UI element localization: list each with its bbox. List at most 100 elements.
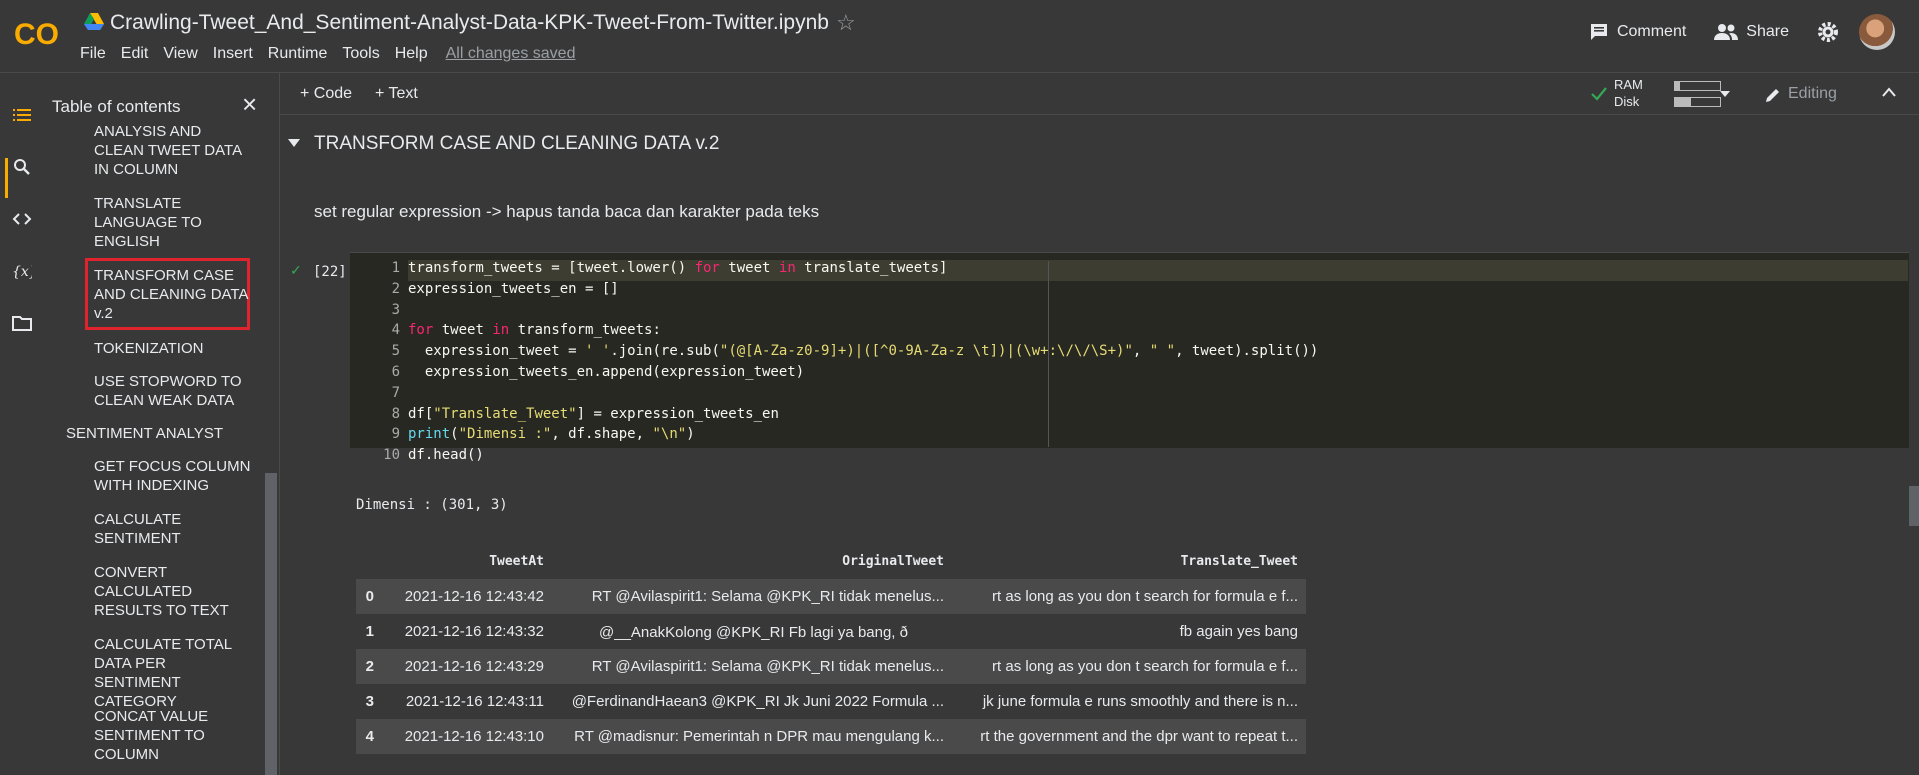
code-line[interactable]: 4 for tweet in transform_tweets: (350, 322, 661, 343)
share-label: Share (1746, 23, 1789, 40)
star-icon[interactable]: ☆ (836, 10, 856, 36)
rail-active-indicator (5, 158, 8, 198)
collapse-caret-icon[interactable] (288, 139, 300, 147)
toc-item-section[interactable]: SENTIMENT ANALYST (66, 424, 226, 443)
table-row: 3 2021-12-16 12:43:11 @FerdinandHaean3 @KP… (356, 684, 1306, 719)
notebook-area: TRANSFORM CASE AND CLEANING DATA v.2 set… (280, 115, 1919, 775)
add-code-button[interactable]: + Code (300, 85, 352, 103)
line-number: 6 (391, 364, 400, 380)
gear-icon[interactable] (1817, 21, 1839, 43)
menu-tools[interactable]: Tools (342, 45, 379, 63)
notebook-toolbar: + Code + Text RAM Disk Editing (280, 73, 1919, 115)
menu-runtime[interactable]: Runtime (268, 45, 328, 63)
table-of-contents-panel: Table of contents × ANALYSIS AND CLEAN T… (40, 73, 280, 775)
chevron-down-icon[interactable] (1720, 91, 1730, 97)
table-cell: jk june formula e runs smoothly and ther… (952, 684, 1306, 719)
menu-view[interactable]: View (163, 45, 197, 63)
folder-icon[interactable] (12, 313, 32, 333)
code-cell[interactable]: 1 transform_tweets = [tweet.lower() for t… (350, 252, 1909, 463)
table-cell: RT @Avilaspirit1: Selama @KPK_RI tidak m… (552, 579, 952, 614)
line-number: 3 (391, 301, 400, 318)
menu-insert[interactable]: Insert (213, 45, 253, 63)
add-text-button[interactable]: + Text (375, 85, 418, 103)
row-index: 2 (356, 649, 382, 684)
drive-icon[interactable] (84, 13, 104, 31)
table-of-contents-icon[interactable] (12, 105, 32, 125)
table-cell: @__AnakKolong @KPK_RI Fb lagi ya bang, ð… (552, 614, 952, 649)
code-line[interactable]: 7 (350, 385, 408, 406)
sidebar-rail: {x} (0, 73, 40, 775)
toc-item[interactable]: USE STOPWORD TO CLEAN WEAK DATA (94, 372, 254, 410)
save-status[interactable]: All changes saved (446, 45, 576, 63)
execution-count[interactable]: [22] (313, 264, 347, 280)
chevron-up-icon[interactable] (1882, 87, 1896, 97)
svg-text:CO: CO (14, 18, 59, 50)
code-line[interactable]: 9 print("Dimensi :", df.shape, "\n") (350, 426, 695, 447)
menu-help[interactable]: Help (395, 45, 428, 63)
share-button[interactable]: Share (1714, 23, 1789, 41)
run-success-icon: ✓ (290, 262, 302, 278)
line-number: 9 (391, 426, 400, 443)
ram-bar (1674, 81, 1721, 91)
comment-label: Comment (1616, 23, 1687, 40)
ram-bar-fill (1675, 82, 1680, 90)
code-line[interactable]: 5 expression_tweet = ' '.join(re.sub("(@… (350, 343, 1319, 364)
search-icon[interactable] (12, 157, 32, 177)
table-cell: RT @madisnur: Pemerintah n DPR mau mengu… (552, 719, 952, 754)
table-cell: fb again yes bang (952, 614, 1306, 649)
toc-item[interactable]: ANALYSIS AND CLEAN TWEET DATA IN COLUMN (94, 122, 254, 179)
toc-item[interactable]: TOKENIZATION (94, 339, 254, 358)
colab-logo[interactable]: CO (14, 16, 64, 50)
svg-text:{x}: {x} (12, 264, 32, 280)
menu-file[interactable]: File (80, 45, 106, 63)
code-line[interactable]: 2 expression_tweets_en = [] (350, 281, 619, 302)
line-number: 1 (391, 260, 400, 276)
menu-edit[interactable]: Edit (121, 45, 149, 63)
people-icon (1714, 24, 1739, 40)
table-header: TweetAt (489, 553, 544, 569)
code-line[interactable]: 1 transform_tweets = [tweet.lower() for t… (350, 260, 948, 281)
comment-button[interactable]: Comment (1589, 22, 1686, 42)
dataframe-table: TweetAt OriginalTweet Translate_Tweet 02… (356, 543, 1306, 754)
line-number: 5 (391, 343, 400, 360)
comment-icon (1590, 24, 1607, 40)
main-scrollbar[interactable] (1909, 486, 1919, 526)
code-line[interactable]: 6 expression_tweets_en.append(expression… (350, 364, 805, 385)
toc-item[interactable]: GET FOCUS COLUMN WITH INDEXING (94, 457, 254, 495)
header-actions: Comment Share (1589, 14, 1919, 50)
table-cell: @FerdinandHaean3 @KPK_RI Jk Juni 2022 Fo… (552, 684, 952, 719)
code-line[interactable]: 8 df["Translate_Tweet"] = expression_twee… (350, 406, 779, 427)
line-number: 4 (391, 322, 400, 339)
table-cell: rt as long as you don t search for formu… (952, 649, 1306, 684)
toc-item[interactable]: CALCULATE TOTAL DATA PER SENTIMENT CATEG… (94, 635, 254, 711)
table-cell: 2021-12-16 12:43:32 (382, 614, 552, 649)
output-text: Dimensi : (301, 3) (356, 497, 508, 513)
variables-icon[interactable]: {x} (12, 261, 32, 281)
toc-item[interactable]: TRANSLATE LANGUAGE TO ENGLISH (94, 194, 254, 251)
table-header-row: TweetAt OriginalTweet Translate_Tweet (356, 543, 1306, 579)
line-number: 10 (383, 447, 400, 464)
resource-monitor[interactable]: RAM Disk (1610, 77, 1721, 111)
toc-item[interactable]: CONCAT VALUE SENTIMENT TO COLUMN (94, 707, 254, 764)
row-index: 0 (356, 579, 382, 614)
line-number: 8 (391, 405, 400, 422)
toc-item[interactable]: CALCULATE SENTIMENT (94, 510, 254, 548)
toc-item-active[interactable]: TRANSFORM CASE AND CLEANING DATA v.2 (94, 266, 254, 323)
toc-item[interactable]: CONVERT CALCULATED RESULTS TO TEXT (94, 563, 254, 620)
close-icon[interactable]: × (242, 89, 257, 120)
code-line[interactable]: 10 df.head() (350, 447, 484, 468)
row-index: 3 (356, 684, 382, 719)
code-snippets-icon[interactable] (12, 209, 32, 229)
markdown-text: set regular expression -> hapus tanda ba… (314, 202, 820, 221)
toc-scrollbar[interactable] (265, 473, 277, 775)
avatar[interactable] (1859, 14, 1895, 50)
table-cell: 2021-12-16 12:43:42 (382, 579, 552, 614)
row-index: 4 (356, 719, 382, 754)
editing-status[interactable]: Editing (1788, 85, 1837, 103)
notebook-title[interactable]: Crawling-Tweet_And_Sentiment-Analyst-Dat… (110, 11, 829, 35)
table-body: 0 2021-12-16 12:43:42 RT @Avilaspirit1: Se… (356, 579, 1306, 754)
section-heading: TRANSFORM CASE AND CLEANING DATA v.2 (314, 133, 720, 154)
table-row: 2 2021-12-16 12:43:29 RT @Avilaspirit1: Se… (356, 649, 1306, 684)
menu-bar: File Edit View Insert Runtime Tools Help… (80, 45, 590, 63)
code-line[interactable]: 3 (350, 302, 408, 323)
